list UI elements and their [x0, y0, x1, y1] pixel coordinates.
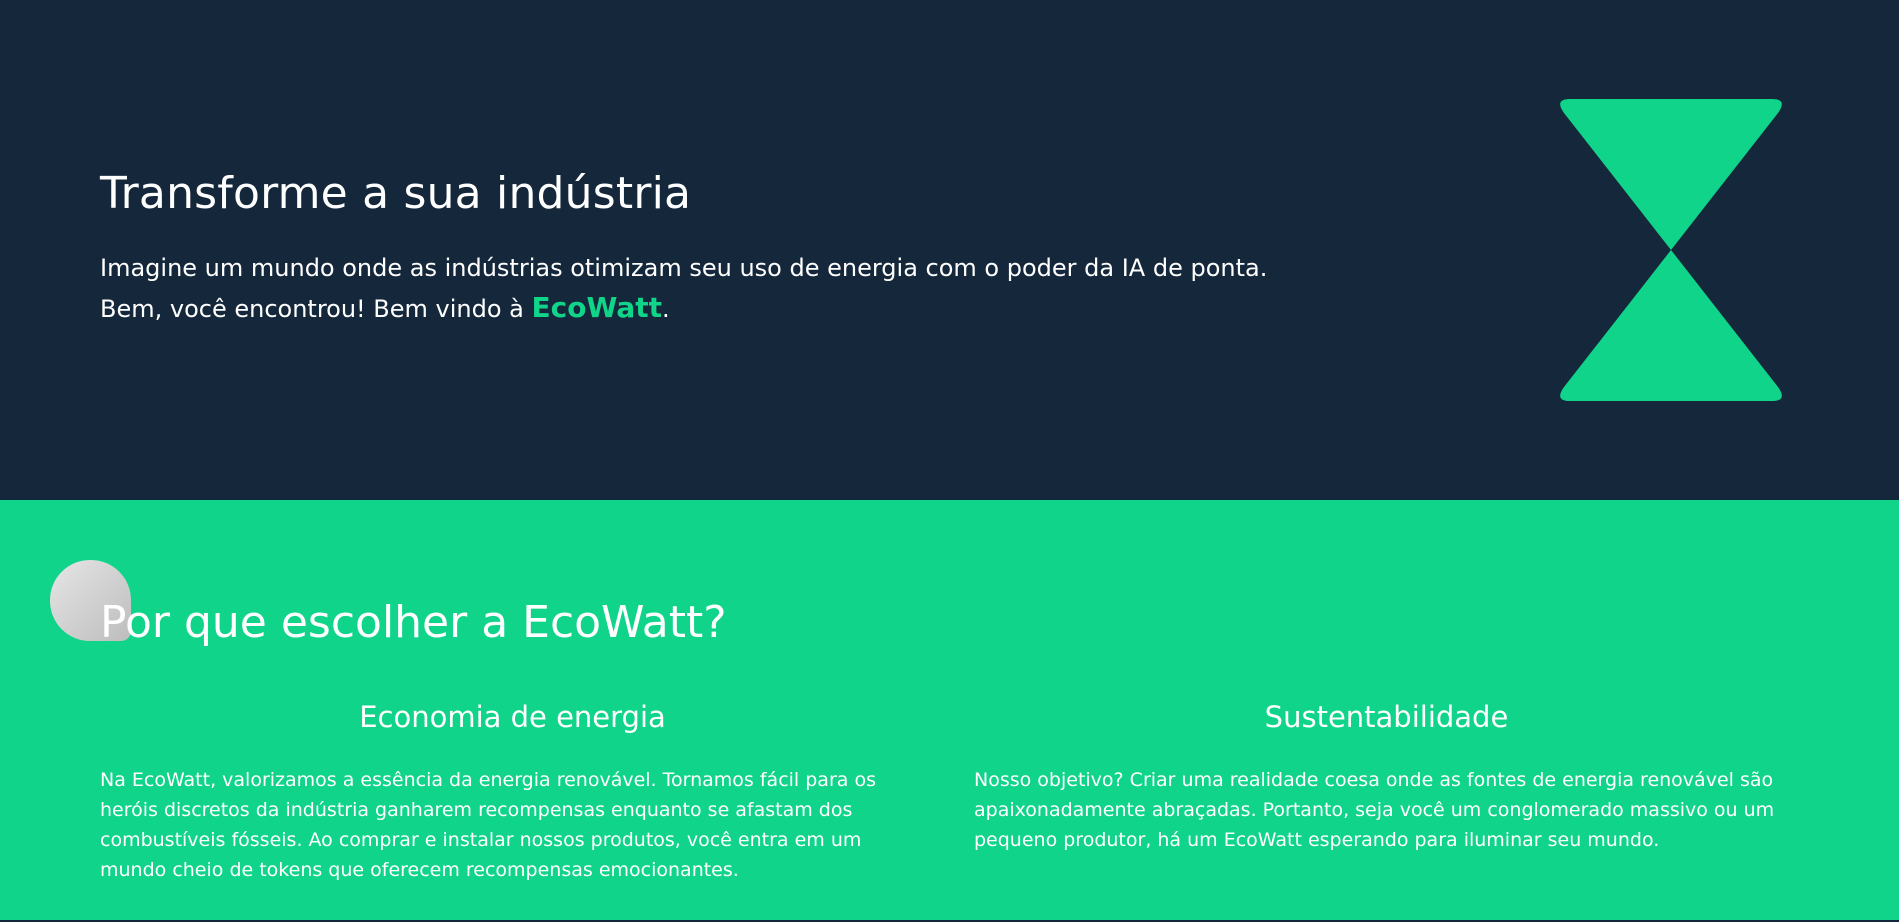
feature-text: Na EcoWatt, valorizamos a essência da en… [100, 769, 876, 881]
hero-section: Transforme a sua indústria Imagine um mu… [0, 0, 1899, 500]
hero-line-2-suffix: . [662, 295, 670, 323]
hero-line-2-prefix: Bem, você encontrou! Bem vindo à [100, 295, 532, 323]
hourglass-logo-icon [1560, 99, 1782, 401]
feature-title: Economia de energia [359, 700, 666, 734]
features-section: Por que escolher a EcoWatt? Economia de … [0, 500, 1899, 922]
hero-description: Imagine um mundo onde as indústrias otim… [100, 249, 1267, 329]
hero-line-1: Imagine um mundo onde as indústrias otim… [100, 254, 1268, 282]
feature-text: Nosso objetivo? Criar uma realidade coes… [974, 769, 1775, 851]
feature-title: Sustentabilidade [1264, 700, 1509, 734]
hero-title: Transforme a sua indústria [100, 168, 692, 219]
features-title: Por que escolher a EcoWatt? [100, 597, 727, 648]
brand-name: EcoWatt [531, 291, 663, 324]
